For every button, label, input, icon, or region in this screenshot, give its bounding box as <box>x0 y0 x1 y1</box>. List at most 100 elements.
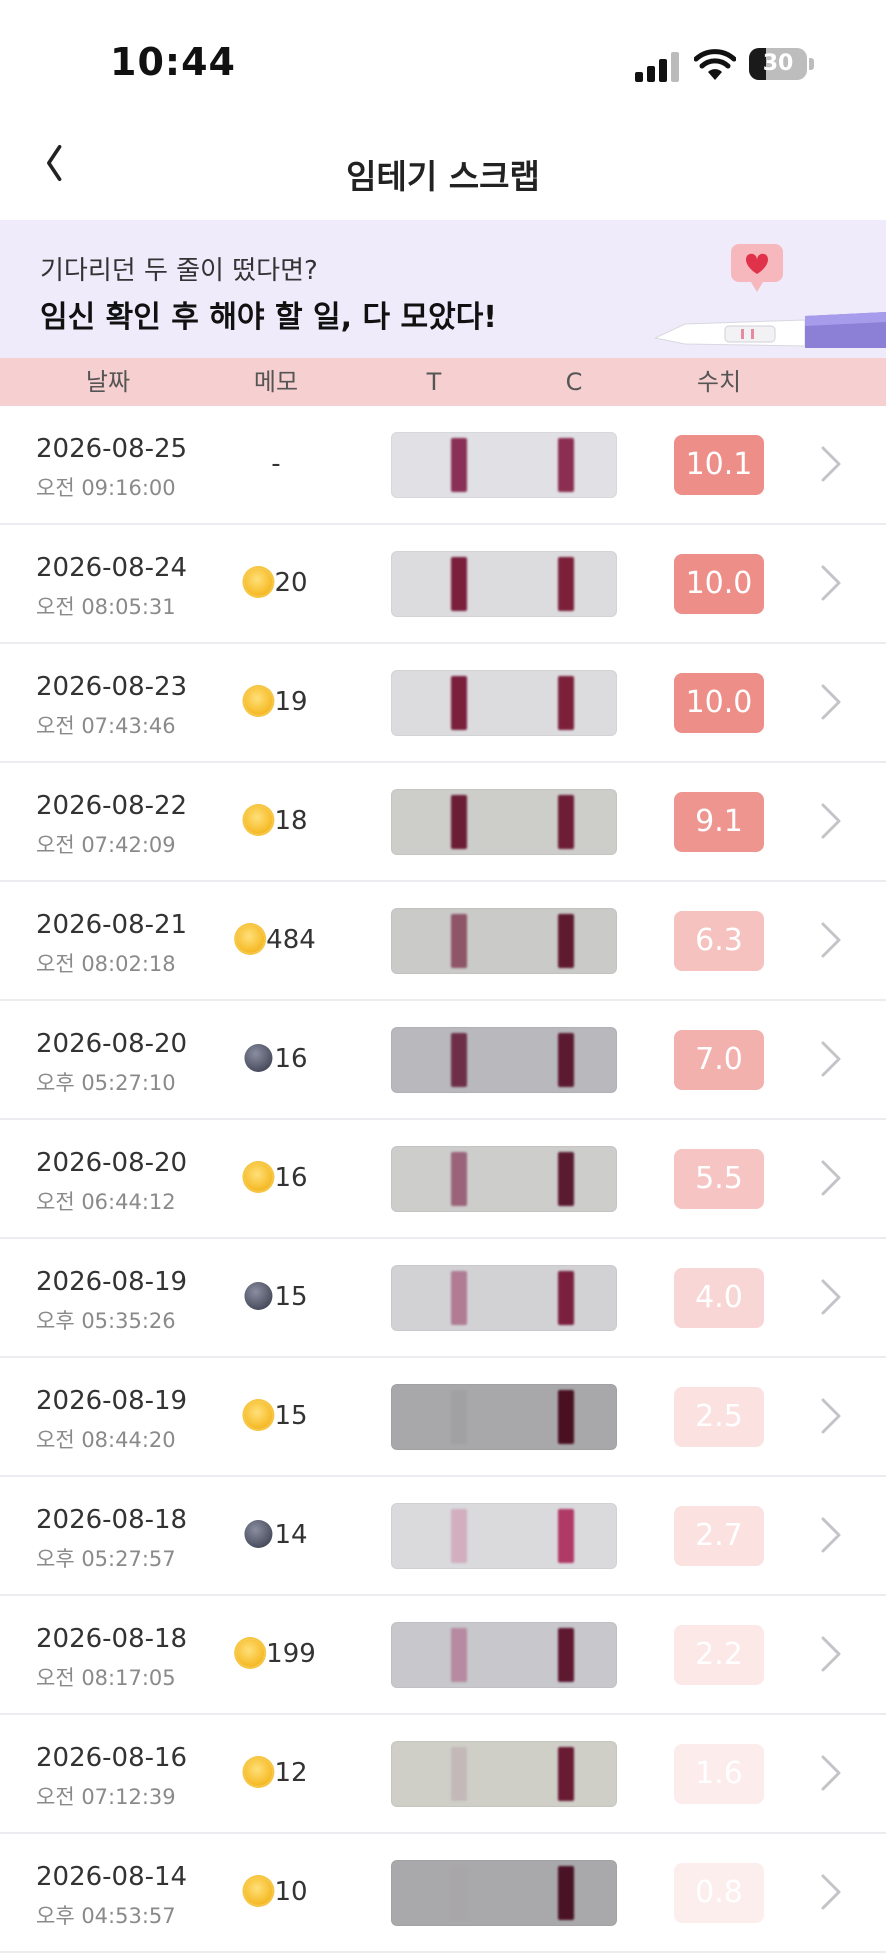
promo-banner[interactable]: 기다리던 두 줄이 떴다면? 임신 확인 후 해야 할 일, 다 모았다! <box>0 220 886 358</box>
table-row[interactable]: 2026-08-23 오전 07:43:46 19 10.0 <box>0 644 886 763</box>
test-line-t <box>451 795 467 849</box>
value-badge: 2.7 <box>674 1506 764 1566</box>
table-row[interactable]: 2026-08-16 오전 07:12:39 12 1.6 <box>0 1715 886 1834</box>
test-line-t <box>451 1271 467 1325</box>
row-time: 오전 08:44:20 <box>36 1428 176 1452</box>
banner-subtitle: 기다리던 두 줄이 떴다면? <box>40 256 318 286</box>
row-time: 오후 05:35:26 <box>36 1309 176 1333</box>
control-line-c <box>558 676 574 730</box>
chevron-right-icon[interactable] <box>818 1158 844 1198</box>
table-row[interactable]: 2026-08-19 오전 08:44:20 15 2.5 <box>0 1358 886 1477</box>
cellular-signal-icon <box>635 50 681 82</box>
value-badge: 5.5 <box>674 1149 764 1209</box>
test-line-t <box>451 676 467 730</box>
table-row[interactable]: 2026-08-14 오후 04:53:57 10 0.8 <box>0 1834 886 1953</box>
table-row[interactable]: 2026-08-20 오후 05:27:10 16 7.0 <box>0 1001 886 1120</box>
row-memo: - <box>271 406 280 523</box>
control-line-c <box>558 1152 574 1206</box>
row-memo-text: 15 <box>274 1401 308 1431</box>
table-row[interactable]: 2026-08-18 오후 05:27:57 14 2.7 <box>0 1477 886 1596</box>
chevron-right-icon[interactable] <box>818 1515 844 1555</box>
row-date: 2026-08-18 <box>36 1505 188 1535</box>
row-time: 오전 08:02:18 <box>36 952 176 976</box>
row-memo: 14 <box>244 1477 308 1594</box>
value-badge: 10.0 <box>674 673 764 733</box>
chevron-right-icon[interactable] <box>818 801 844 841</box>
moon-icon <box>244 1043 273 1072</box>
test-line-t <box>451 557 467 611</box>
column-c: C <box>565 368 583 396</box>
status-time: 10:44 <box>110 40 236 84</box>
chevron-right-icon[interactable] <box>818 1039 844 1079</box>
row-date: 2026-08-20 <box>36 1029 188 1059</box>
test-line-t <box>451 1866 467 1920</box>
battery-cap <box>809 58 814 70</box>
row-memo: 18 <box>244 763 308 880</box>
test-strip-image <box>391 551 617 617</box>
test-strip-image <box>391 1622 617 1688</box>
test-strip-image <box>391 1503 617 1569</box>
chevron-right-icon[interactable] <box>818 1277 844 1317</box>
row-time: 오후 04:53:57 <box>36 1904 176 1928</box>
row-date: 2026-08-24 <box>36 553 188 583</box>
chevron-right-icon[interactable] <box>818 1872 844 1912</box>
row-time: 오전 06:44:12 <box>36 1190 176 1214</box>
test-strip-image <box>391 1384 617 1450</box>
sun-icon <box>244 805 273 834</box>
test-strip-image <box>391 1027 617 1093</box>
row-time: 오전 07:42:09 <box>36 833 176 857</box>
control-line-c <box>558 1509 574 1563</box>
value-badge: 10.0 <box>674 554 764 614</box>
value-badge: 2.5 <box>674 1387 764 1447</box>
wifi-icon <box>694 49 736 80</box>
row-date: 2026-08-23 <box>36 672 188 702</box>
table-row[interactable]: 2026-08-19 오후 05:35:26 15 4.0 <box>0 1239 886 1358</box>
chevron-right-icon[interactable] <box>818 682 844 722</box>
row-date: 2026-08-19 <box>36 1386 188 1416</box>
row-memo-text: 484 <box>266 925 316 955</box>
table-row[interactable]: 2026-08-20 오전 06:44:12 16 5.5 <box>0 1120 886 1239</box>
table-row[interactable]: 2026-08-24 오전 08:05:31 20 10.0 <box>0 525 886 644</box>
moon-icon <box>244 1281 273 1310</box>
row-memo-text: 15 <box>274 1282 308 1312</box>
battery-level: 30 <box>762 51 794 76</box>
value-badge: 1.6 <box>674 1744 764 1804</box>
row-memo: 20 <box>244 525 308 642</box>
chevron-right-icon[interactable] <box>818 1634 844 1674</box>
row-memo-text: 19 <box>274 687 308 717</box>
chevron-right-icon[interactable] <box>818 444 844 484</box>
row-date: 2026-08-14 <box>36 1862 188 1892</box>
sun-icon <box>244 567 273 596</box>
row-memo: 484 <box>236 882 316 999</box>
table-row[interactable]: 2026-08-25 오전 09:16:00 - 10.1 <box>0 406 886 525</box>
value-badge: 4.0 <box>674 1268 764 1328</box>
test-line-t <box>451 1033 467 1087</box>
column-date: 날짜 <box>85 368 131 396</box>
test-strip-image <box>391 432 617 498</box>
value-badge: 9.1 <box>674 792 764 852</box>
value-badge: 7.0 <box>674 1030 764 1090</box>
row-time: 오전 07:43:46 <box>36 714 176 738</box>
row-memo-text: 12 <box>274 1758 308 1788</box>
table-row[interactable]: 2026-08-21 오전 08:02:18 484 6.3 <box>0 882 886 1001</box>
table-row[interactable]: 2026-08-22 오전 07:42:09 18 9.1 <box>0 763 886 882</box>
chevron-right-icon[interactable] <box>818 1396 844 1436</box>
row-memo-text: 20 <box>274 568 308 598</box>
test-strip-image <box>391 908 617 974</box>
test-line-t <box>451 1509 467 1563</box>
test-strip-image <box>391 1741 617 1807</box>
test-line-t <box>451 1628 467 1682</box>
row-memo: 19 <box>244 644 308 761</box>
chevron-right-icon[interactable] <box>818 1753 844 1793</box>
row-time: 오전 09:16:00 <box>36 476 176 500</box>
chevron-right-icon[interactable] <box>818 920 844 960</box>
chevron-right-icon[interactable] <box>818 563 844 603</box>
sun-icon <box>244 686 273 715</box>
sun-icon <box>236 1638 265 1667</box>
control-line-c <box>558 1390 574 1444</box>
control-line-c <box>558 1628 574 1682</box>
scrap-list: 2026-08-25 오전 09:16:00 - 10.1 2026-08-24… <box>0 406 886 1953</box>
row-time: 오후 05:27:10 <box>36 1071 176 1095</box>
table-row[interactable]: 2026-08-18 오전 08:17:05 199 2.2 <box>0 1596 886 1715</box>
row-memo: 15 <box>244 1239 308 1356</box>
